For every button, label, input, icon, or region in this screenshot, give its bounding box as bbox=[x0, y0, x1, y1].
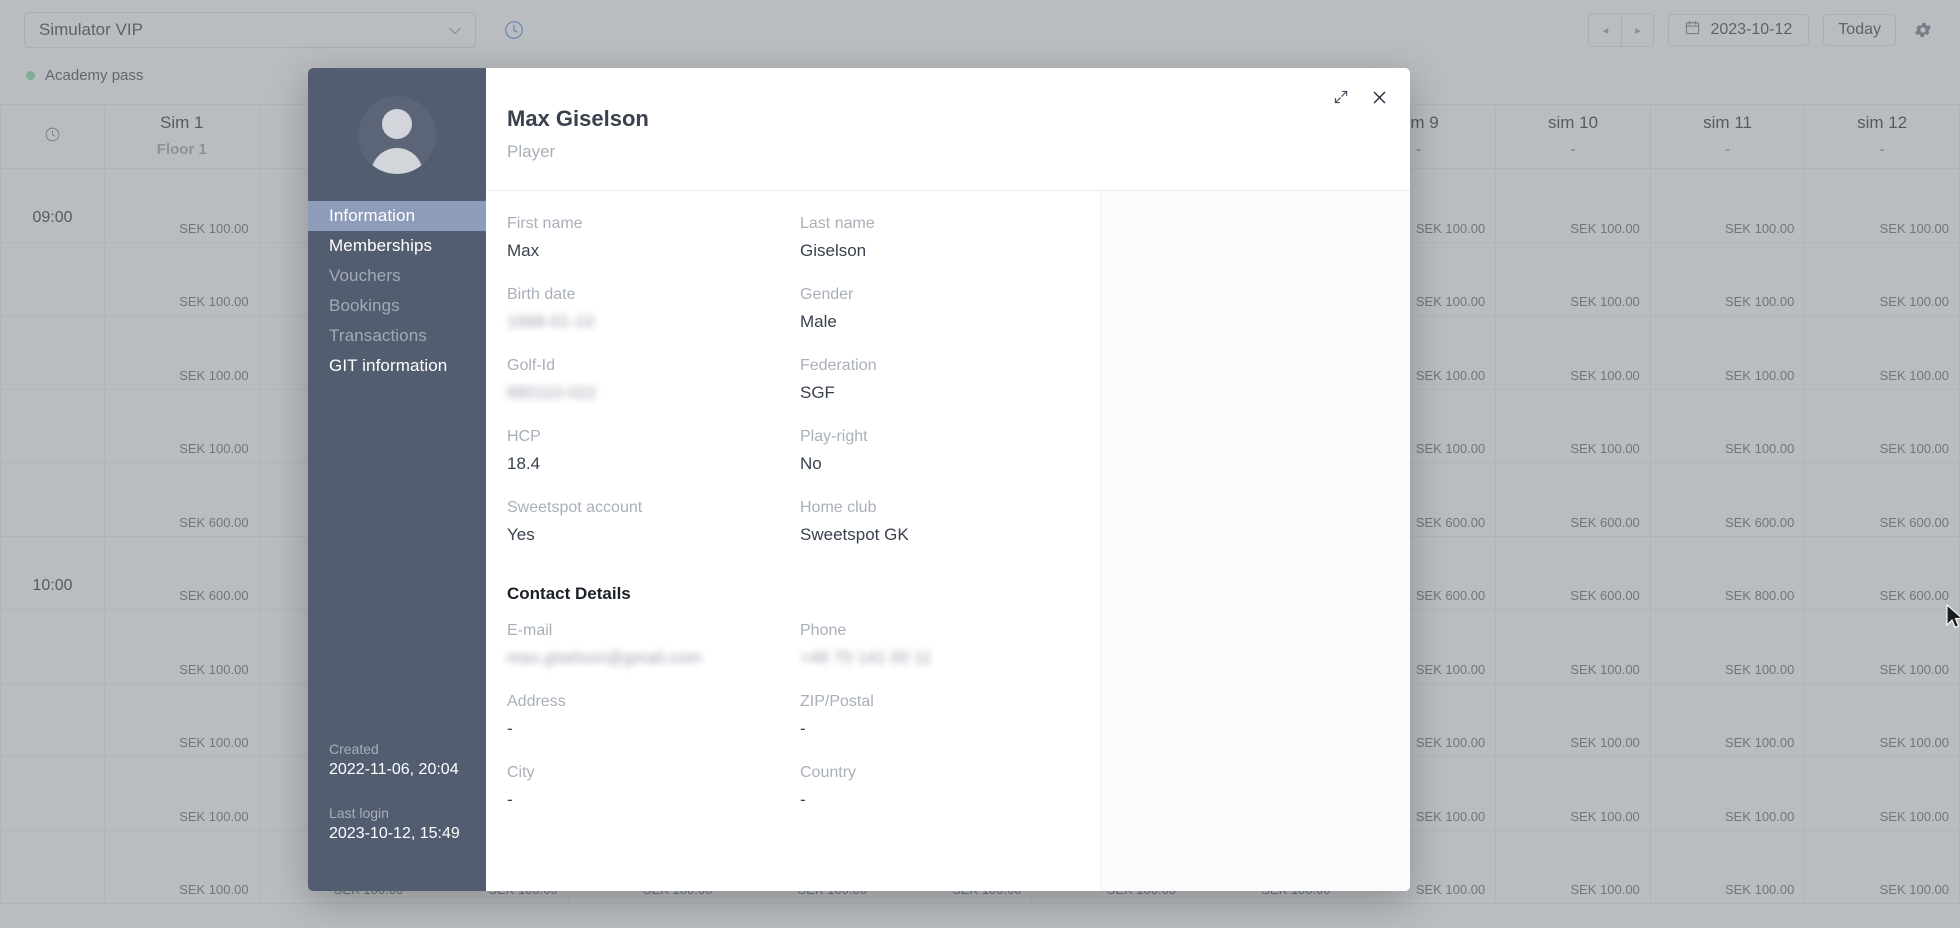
field-label: Sweetspot account bbox=[507, 499, 643, 516]
last-login-value: 2023-10-12, 15:49 bbox=[329, 825, 460, 842]
created-value: 2022-11-06, 20:04 bbox=[329, 761, 459, 778]
modal-menu: Information Memberships Vouchers Bookings Tr… bbox=[308, 201, 486, 381]
last-login-label: Last login bbox=[329, 805, 389, 821]
modal-menu-item[interactable]: Vouchers bbox=[308, 261, 486, 291]
field-label: Address bbox=[507, 693, 566, 710]
form-field: Gender Male bbox=[800, 286, 1102, 357]
field-label: Gender bbox=[800, 286, 854, 303]
field-label: Country bbox=[800, 764, 857, 781]
form-field: Sweetspot account Yes bbox=[507, 499, 800, 570]
form-field: Last name Giselson bbox=[800, 215, 1102, 286]
modal-menu-item[interactable]: Memberships bbox=[308, 231, 486, 261]
field-label: Home club bbox=[800, 499, 877, 516]
form-field: Golf-Id 880110-022 bbox=[507, 357, 800, 428]
field-value: max.giselson@gmail.com bbox=[507, 648, 701, 667]
field-label: First name bbox=[507, 215, 583, 232]
field-value: - bbox=[800, 790, 806, 809]
player-detail-modal: Information Memberships Vouchers Bookings Tr… bbox=[308, 68, 1410, 891]
modal-menu-item[interactable]: Information bbox=[308, 201, 486, 231]
field-label: E-mail bbox=[507, 622, 553, 639]
form-field: Federation SGF bbox=[800, 357, 1102, 428]
field-value: - bbox=[507, 790, 513, 809]
field-value: - bbox=[800, 719, 806, 738]
field-label: Birth date bbox=[507, 286, 576, 303]
field-value: +46 70 141 00 11 bbox=[800, 648, 932, 667]
modal-form: First name Max Last name Giselson Birth date… bbox=[486, 191, 1102, 835]
form-field: Play-right No bbox=[800, 428, 1102, 499]
field-value: Max bbox=[507, 241, 540, 260]
modal-body: First name Max Last name Giselson Birth date… bbox=[486, 190, 1410, 891]
created-label: Created bbox=[329, 741, 379, 757]
form-field: First name Max bbox=[507, 215, 800, 286]
field-value: 18.4 bbox=[507, 454, 541, 473]
avatar-body bbox=[371, 147, 423, 174]
form-field: Address - bbox=[507, 693, 800, 764]
contact-fields: E-mail max.giselson@gmail.com Phone +46 70 … bbox=[507, 622, 1102, 835]
field-label: Last name bbox=[800, 215, 875, 232]
modal-menu-item[interactable]: GIT information bbox=[308, 351, 486, 381]
field-value: Male bbox=[800, 312, 837, 331]
field-label: City bbox=[507, 764, 535, 781]
modal-right-pane bbox=[1100, 191, 1410, 891]
modal-menu-item[interactable]: Transactions bbox=[308, 321, 486, 351]
form-field: City - bbox=[507, 764, 800, 835]
field-label: Play-right bbox=[800, 428, 868, 445]
contact-details-title: Contact Details bbox=[507, 584, 631, 603]
form-field: Phone +46 70 141 00 11 bbox=[800, 622, 1102, 693]
close-icon[interactable] bbox=[1368, 86, 1390, 108]
modal-header-actions bbox=[1330, 86, 1390, 108]
field-label: ZIP/Postal bbox=[800, 693, 874, 710]
page-title: Max Giselson bbox=[507, 106, 649, 131]
form-field: Birth date 1988-01-10 bbox=[507, 286, 800, 357]
last-login-block: Last login 2023-10-12, 15:49 bbox=[329, 805, 465, 843]
expand-icon[interactable] bbox=[1330, 86, 1352, 108]
avatar-head bbox=[382, 108, 412, 139]
form-field: HCP 18.4 bbox=[507, 428, 800, 499]
field-label: Phone bbox=[800, 622, 847, 639]
form-field: Home club Sweetspot GK bbox=[800, 499, 1102, 570]
avatar-placeholder-icon bbox=[358, 95, 436, 174]
field-value: 1988-01-10 bbox=[507, 312, 594, 331]
information-fields: First name Max Last name Giselson Birth date… bbox=[507, 215, 1102, 570]
field-label: HCP bbox=[507, 428, 541, 445]
field-value: Sweetspot GK bbox=[800, 525, 909, 544]
field-label: Federation bbox=[800, 357, 877, 374]
form-field: ZIP/Postal - bbox=[800, 693, 1102, 764]
field-value: 880110-022 bbox=[507, 383, 597, 402]
form-field: E-mail max.giselson@gmail.com bbox=[507, 622, 800, 693]
field-value: Giselson bbox=[800, 241, 867, 260]
player-role: Player bbox=[507, 142, 556, 161]
field-value: No bbox=[800, 454, 822, 473]
modal-main: Max Giselson Player First name Max Last na… bbox=[486, 68, 1410, 891]
modal-header: Max Giselson Player bbox=[486, 68, 1410, 190]
screen: Simulator VIP ◂ ▸ 2023-10-12 bbox=[0, 0, 1960, 928]
field-value: - bbox=[507, 719, 513, 738]
form-field: Country - bbox=[800, 764, 1102, 835]
field-label: Golf-Id bbox=[507, 357, 556, 374]
created-block: Created 2022-11-06, 20:04 bbox=[329, 741, 465, 779]
field-value: Yes bbox=[507, 525, 535, 544]
modal-menu-item[interactable]: Bookings bbox=[308, 291, 486, 321]
field-value: SGF bbox=[800, 383, 835, 402]
modal-sidebar: Information Memberships Vouchers Bookings Tr… bbox=[308, 68, 486, 891]
avatar bbox=[308, 68, 486, 201]
modal-sidebar-footer: Created 2022-11-06, 20:04 Last login 202… bbox=[308, 741, 486, 891]
